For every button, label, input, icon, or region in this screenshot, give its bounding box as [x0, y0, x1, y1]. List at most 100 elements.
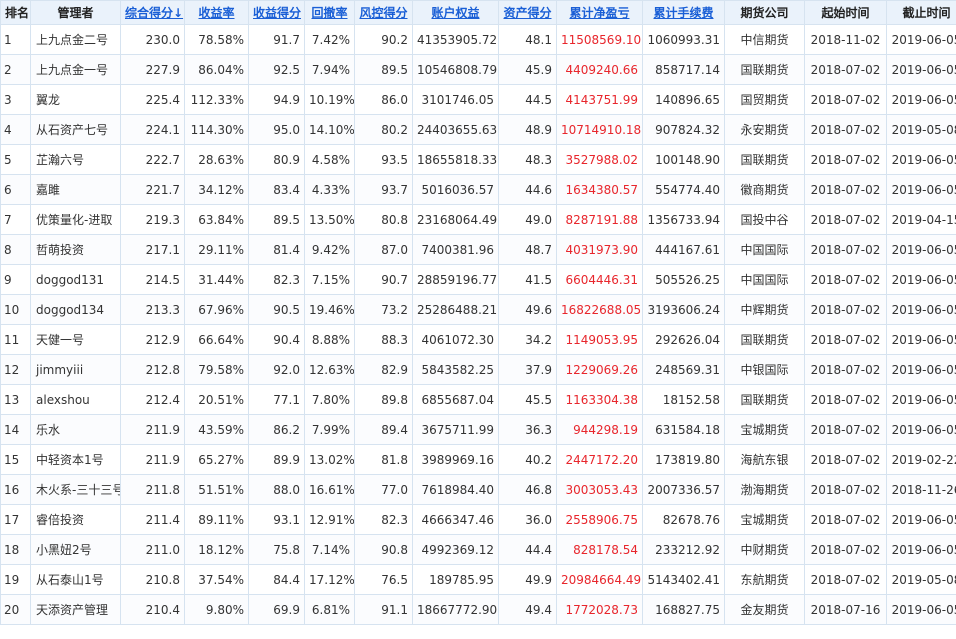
cell-asset-score: 48.7 — [498, 234, 557, 265]
table-row[interactable]: 15 中轻资本1号 211.9 65.27% 89.9 13.02% 81.8 3989969… — [0, 444, 956, 475]
cell-composite-score: 211.4 — [120, 504, 185, 535]
cell-cum-profit: 3003053.43 — [556, 474, 643, 505]
table-row[interactable]: 9 doggod131 214.5 31.44% 82.3 7.15% 90.7 288591… — [0, 264, 956, 295]
table-row[interactable]: 12 jimmyiii 212.8 79.58% 92.0 12.63% 82.9 58435… — [0, 354, 956, 385]
cell-drawdown: 19.46% — [304, 294, 355, 325]
cell-equity: 189785.95 — [412, 564, 499, 595]
table-row[interactable]: 2 上九点金一号 227.9 86.04% 92.5 7.94% 89.5 10546808.… — [0, 54, 956, 85]
cell-manager[interactable]: doggod131 — [30, 264, 121, 295]
cell-manager[interactable]: 哲萌投资 — [30, 234, 121, 265]
header-return-rate[interactable]: 收益率 — [184, 0, 249, 25]
cell-return-rate: 67.96% — [184, 294, 249, 325]
cell-asset-score: 44.5 — [498, 84, 557, 115]
table-row[interactable]: 5 芷瀚六号 222.7 28.63% 80.9 4.58% 93.5 18655818.33… — [0, 144, 956, 175]
cell-asset-score: 46.8 — [498, 474, 557, 505]
cell-broker: 国联期货 — [724, 144, 805, 175]
header-drawdown[interactable]: 回撤率 — [304, 0, 355, 25]
table-row[interactable]: 20 天添资产管理 210.4 9.80% 69.9 6.81% 91.1 18667772.… — [0, 594, 956, 625]
cell-broker: 金友期货 — [724, 594, 805, 625]
table-row[interactable]: 19 从石泰山1号 210.8 37.54% 84.4 17.12% 76.5 189785.… — [0, 564, 956, 595]
table-row[interactable]: 8 哲萌投资 217.1 29.11% 81.4 9.42% 87.0 7400381.96 4… — [0, 234, 956, 265]
table-row[interactable]: 16 木火系-三十三号 211.8 51.51% 88.0 16.61% 77.0 76189… — [0, 474, 956, 505]
header-asset-score[interactable]: 资产得分 — [498, 0, 557, 25]
cell-cum-profit: 2447172.20 — [556, 444, 643, 475]
cell-return-rate: 37.54% — [184, 564, 249, 595]
cell-cum-fee: 554774.40 — [642, 174, 725, 205]
cell-broker: 国联期货 — [724, 384, 805, 415]
cell-manager[interactable]: doggod134 — [30, 294, 121, 325]
cell-asset-score: 49.4 — [498, 594, 557, 625]
cell-manager[interactable]: 芷瀚六号 — [30, 144, 121, 175]
cell-return-score: 77.1 — [248, 384, 305, 415]
cell-return-rate: 114.30% — [184, 114, 249, 145]
cell-manager[interactable]: 优策量化-进取 — [30, 204, 121, 235]
table-row[interactable]: 6 嘉雎 221.7 34.12% 83.4 4.33% 93.7 5016036.57 44.… — [0, 174, 956, 205]
table-row[interactable]: 1 上九点金二号 230.0 78.58% 91.7 7.42% 90.2 41353905.… — [0, 24, 956, 55]
header-broker: 期货公司 — [724, 0, 805, 25]
cell-manager[interactable]: 从石泰山1号 — [30, 564, 121, 595]
cell-start-date: 2018-07-02 — [804, 414, 887, 445]
cell-return-rate: 78.58% — [184, 24, 249, 55]
cell-asset-score: 48.1 — [498, 24, 557, 55]
cell-risk-score: 91.1 — [354, 594, 413, 625]
cell-return-rate: 89.11% — [184, 504, 249, 535]
cell-manager[interactable]: 天添资产管理 — [30, 594, 121, 625]
table-row[interactable]: 14 乐水 211.9 43.59% 86.2 7.99% 89.4 3675711.99 36… — [0, 414, 956, 445]
cell-drawdown: 4.58% — [304, 144, 355, 175]
cell-cum-fee: 292626.04 — [642, 324, 725, 355]
cell-composite-score: 211.8 — [120, 474, 185, 505]
cell-return-score: 89.5 — [248, 204, 305, 235]
cell-asset-score: 48.3 — [498, 144, 557, 175]
header-cum-profit[interactable]: 累计净盈亏 — [556, 0, 643, 25]
cell-broker: 海航东银 — [724, 444, 805, 475]
cell-end-date: 2019-06-05 — [886, 174, 956, 205]
cell-manager[interactable]: 天健一号 — [30, 324, 121, 355]
cell-return-rate: 79.58% — [184, 354, 249, 385]
cell-cum-fee: 631584.18 — [642, 414, 725, 445]
cell-drawdown: 7.14% — [304, 534, 355, 565]
header-cum-fee[interactable]: 累计手续费 — [642, 0, 725, 25]
header-risk-score[interactable]: 风控得分 — [354, 0, 413, 25]
table-row[interactable]: 11 天健一号 212.9 66.64% 90.4 8.88% 88.3 4061072.30… — [0, 324, 956, 355]
cell-equity: 3989969.16 — [412, 444, 499, 475]
table-row[interactable]: 10 doggod134 213.3 67.96% 90.5 19.46% 73.2 2528… — [0, 294, 956, 325]
cell-composite-score: 219.3 — [120, 204, 185, 235]
header-composite-score[interactable]: 综合得分↓ — [120, 0, 185, 25]
table-row[interactable]: 3 翼龙 225.4 112.33% 94.9 10.19% 86.0 3101746.05 4… — [0, 84, 956, 115]
table-row[interactable]: 18 小黑妞2号 211.0 18.12% 75.8 7.14% 90.8 4992369.1… — [0, 534, 956, 565]
cell-manager[interactable]: jimmyiii — [30, 354, 121, 385]
cell-manager[interactable]: 木火系-三十三号 — [30, 474, 121, 505]
cell-equity: 28859196.77 — [412, 264, 499, 295]
cell-end-date: 2019-06-05 — [886, 24, 956, 55]
cell-asset-score: 45.5 — [498, 384, 557, 415]
cell-equity: 4061072.30 — [412, 324, 499, 355]
table-row[interactable]: 4 从石资产七号 224.1 114.30% 95.0 14.10% 80.2 2440365… — [0, 114, 956, 145]
cell-manager[interactable]: 上九点金一号 — [30, 54, 121, 85]
cell-broker: 渤海期货 — [724, 474, 805, 505]
cell-manager[interactable]: 嘉雎 — [30, 174, 121, 205]
table-row[interactable]: 17 睿倍投资 211.4 89.11% 93.1 12.91% 82.3 4666347.4… — [0, 504, 956, 535]
cell-return-score: 93.1 — [248, 504, 305, 535]
ranking-table: 排名 管理者 综合得分↓ 收益率 收益得分 回撤率 风控得分 账户权益 资产得分… — [0, 0, 956, 625]
cell-manager[interactable]: 上九点金二号 — [30, 24, 121, 55]
cell-equity: 6855687.04 — [412, 384, 499, 415]
cell-equity: 5016036.57 — [412, 174, 499, 205]
cell-start-date: 2018-07-02 — [804, 294, 887, 325]
cell-manager[interactable]: 乐水 — [30, 414, 121, 445]
cell-drawdown: 7.15% — [304, 264, 355, 295]
cell-broker: 中信期货 — [724, 24, 805, 55]
cell-return-score: 90.4 — [248, 324, 305, 355]
cell-composite-score: 230.0 — [120, 24, 185, 55]
header-return-score[interactable]: 收益得分 — [248, 0, 305, 25]
cell-return-score: 89.9 — [248, 444, 305, 475]
cell-return-rate: 18.12% — [184, 534, 249, 565]
cell-manager[interactable]: 小黑妞2号 — [30, 534, 121, 565]
cell-manager[interactable]: alexshou — [30, 384, 121, 415]
cell-manager[interactable]: 睿倍投资 — [30, 504, 121, 535]
table-row[interactable]: 7 优策量化-进取 219.3 63.84% 89.5 13.50% 80.8 2316806… — [0, 204, 956, 235]
table-row[interactable]: 13 alexshou 212.4 20.51% 77.1 7.80% 89.8 685568… — [0, 384, 956, 415]
cell-manager[interactable]: 翼龙 — [30, 84, 121, 115]
header-equity[interactable]: 账户权益 — [412, 0, 499, 25]
cell-manager[interactable]: 从石资产七号 — [30, 114, 121, 145]
cell-manager[interactable]: 中轻资本1号 — [30, 444, 121, 475]
